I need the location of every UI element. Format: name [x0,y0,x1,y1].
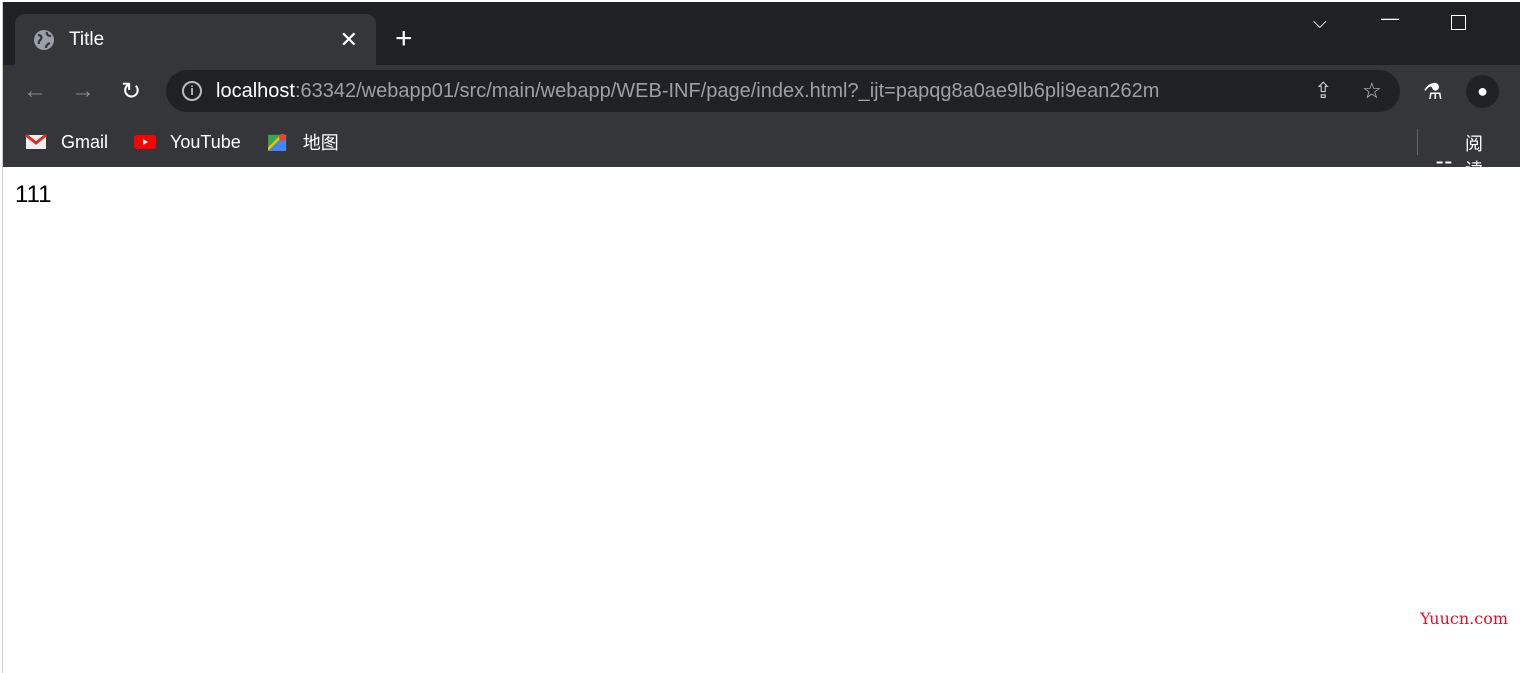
address-bar[interactable]: i localhost:63342/webapp01/src/main/weba… [166,70,1400,112]
bookmark-label: 地图 [302,133,339,153]
close-tab-icon[interactable]: ✕ [340,27,358,53]
url-path: :63342/webapp01/src/main/webapp/WEB-INF/… [294,79,1160,102]
star-icon[interactable]: ☆ [1362,78,1382,104]
bookmarks-bar: Gmail YouTube 地图 ☷ 阅读清 [3,117,1520,206]
bookmark-youtube[interactable]: YouTube [134,132,241,153]
watermark: Yuucn.com [1420,609,1508,628]
forward-arrow-icon[interactable]: → [63,77,103,105]
reading-list-icon: ☷ [1435,158,1453,181]
reload-icon[interactable]: ↻ [111,77,151,106]
tab-search-chevron-icon[interactable]: ⌵ [1313,12,1327,33]
info-icon[interactable]: i [182,81,202,101]
page-content: 111 [3,167,1520,223]
maps-icon [267,133,286,151]
reading-list-label: 阅读清 [1464,134,1483,206]
reading-list-button[interactable]: ☷ 阅读清 [1435,130,1494,208]
url-host: localhost [216,79,295,102]
new-tab-button[interactable]: + [395,24,413,54]
globe-icon [34,30,54,50]
url-text[interactable]: localhost:63342/webapp01/src/main/webapp… [216,80,1296,103]
tab-active[interactable]: Title ✕ [15,14,376,66]
maximize-icon[interactable] [1451,15,1466,30]
labs-flask-icon[interactable]: ⚗ [1423,79,1443,105]
divider [1417,129,1418,155]
gmail-icon [25,133,47,149]
page-text: 111 [15,181,52,208]
toolbar: ← → ↻ i localhost:63342/webapp01/src/mai… [3,65,1520,117]
bookmark-gmail[interactable]: Gmail [25,132,108,153]
youtube-icon [134,135,157,149]
minimize-icon[interactable]: — [1381,8,1399,29]
bookmark-label: Gmail [61,131,109,152]
browser-window: Title ✕ + ⌵ — ← → ↻ i localhost:63342/we… [2,2,1520,673]
share-icon[interactable]: ⇪ [1314,78,1332,104]
profile-avatar-icon[interactable]: ● [1466,75,1499,108]
title-bar: Title ✕ + ⌵ — [3,2,1520,66]
bookmark-maps[interactable]: 地图 [267,129,339,155]
tab-title: Title [69,29,105,50]
bookmark-label: YouTube [170,131,241,152]
back-arrow-icon[interactable]: ← [15,77,55,105]
